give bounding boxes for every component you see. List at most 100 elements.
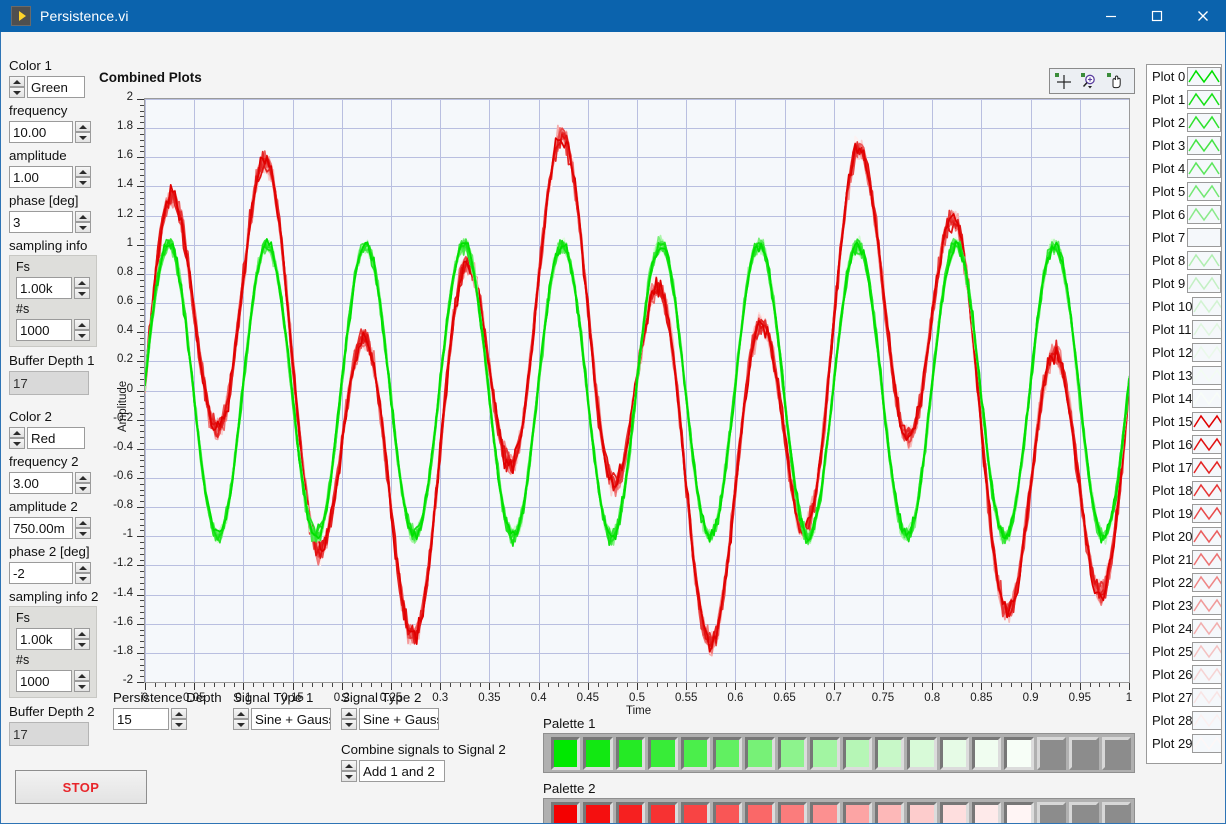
signal-type2-increment-icon[interactable]	[341, 708, 357, 719]
sampling1-fs-value[interactable]: 1.00k	[16, 277, 72, 299]
palette-swatch[interactable]	[583, 801, 613, 823]
frequency1-stepper[interactable]	[75, 121, 91, 143]
stop-button[interactable]: STOP	[15, 770, 147, 804]
phase1-control[interactable]: 3	[9, 211, 98, 233]
legend-plot-style-icon[interactable]	[1192, 619, 1221, 638]
legend-plot-style-icon[interactable]	[1192, 412, 1221, 431]
legend-plot-style-icon[interactable]	[1192, 527, 1221, 546]
legend-row[interactable]: Plot 21	[1147, 548, 1221, 571]
color1-control[interactable]: Green	[9, 76, 98, 98]
legend-row[interactable]: Plot 8	[1147, 249, 1221, 272]
amplitude2-increment-icon[interactable]	[75, 517, 91, 528]
frequency1-decrement-icon[interactable]	[75, 132, 91, 143]
palette-swatch[interactable]	[615, 736, 646, 770]
sampling2-fs-control[interactable]: 1.00k	[16, 628, 91, 650]
palette-swatch[interactable]	[810, 801, 840, 823]
color2-increment-icon[interactable]	[9, 427, 25, 438]
legend-row[interactable]: Plot 6	[1147, 203, 1221, 226]
legend-row[interactable]: Plot 15	[1147, 410, 1221, 433]
sampling2-ns-value[interactable]: 1000	[16, 670, 72, 692]
combine-signals-decrement-icon[interactable]	[341, 771, 357, 782]
palette-swatch[interactable]	[1004, 801, 1034, 823]
sampling2-fs-increment-icon[interactable]	[74, 628, 90, 639]
phase2-decrement-icon[interactable]	[75, 573, 91, 584]
amplitude1-increment-icon[interactable]	[75, 166, 91, 177]
sampling2-fs-decrement-icon[interactable]	[74, 639, 90, 650]
legend-plot-style-icon[interactable]	[1192, 297, 1221, 316]
legend-plot-style-icon[interactable]	[1187, 228, 1221, 247]
legend-plot-style-icon[interactable]	[1191, 320, 1221, 339]
signal-type1-stepper[interactable]	[233, 708, 249, 730]
phase2-increment-icon[interactable]	[75, 562, 91, 573]
color2-control[interactable]: Red	[9, 427, 98, 449]
legend-plot-style-icon[interactable]	[1192, 366, 1221, 385]
color2-decrement-icon[interactable]	[9, 438, 25, 449]
palette-swatch[interactable]	[745, 736, 775, 770]
sampling1-fs-decrement-icon[interactable]	[74, 288, 90, 299]
legend-row[interactable]: Plot 14	[1147, 387, 1221, 410]
sampling2-ns-increment-icon[interactable]	[74, 670, 90, 681]
legend-plot-style-icon[interactable]	[1192, 596, 1221, 615]
legend-plot-style-icon[interactable]	[1192, 458, 1221, 477]
frequency2-stepper[interactable]	[75, 472, 91, 494]
color1-decrement-icon[interactable]	[9, 87, 25, 98]
legend-row[interactable]: Plot 17	[1147, 456, 1221, 479]
sampling1-ns-stepper[interactable]	[74, 319, 90, 341]
signal-type1-increment-icon[interactable]	[233, 708, 249, 719]
legend-row[interactable]: Plot 24	[1147, 617, 1221, 640]
phase1-stepper[interactable]	[75, 211, 91, 233]
cursor-crosshair-icon[interactable]	[1050, 70, 1076, 92]
sampling2-ns-control[interactable]: 1000	[16, 670, 91, 692]
legend-row[interactable]: Plot 9	[1147, 272, 1221, 295]
color1-stepper[interactable]	[9, 76, 25, 98]
pan-hand-icon[interactable]	[1102, 70, 1128, 92]
palette-swatch-empty[interactable]	[1101, 736, 1132, 770]
palette-swatch[interactable]	[712, 736, 743, 770]
signal-type2-stepper[interactable]	[341, 708, 357, 730]
sampling1-fs-control[interactable]: 1.00k	[16, 277, 91, 299]
legend-row[interactable]: Plot 19	[1147, 502, 1221, 525]
legend-row[interactable]: Plot 18	[1147, 479, 1221, 502]
frequency2-decrement-icon[interactable]	[75, 483, 91, 494]
sampling2-fs-stepper[interactable]	[74, 628, 90, 650]
legend-plot-style-icon[interactable]	[1192, 550, 1221, 569]
palette-swatch[interactable]	[551, 736, 581, 770]
legend-plot-style-icon[interactable]	[1187, 90, 1221, 109]
legend-plot-style-icon[interactable]	[1192, 481, 1221, 500]
minimize-icon[interactable]	[1088, 0, 1134, 32]
sampling2-fs-value[interactable]: 1.00k	[16, 628, 72, 650]
legend-row[interactable]: Plot 26	[1147, 663, 1221, 686]
palette-swatch[interactable]	[972, 736, 1002, 770]
legend-plot-style-icon[interactable]	[1187, 182, 1221, 201]
palette-swatch[interactable]	[1004, 736, 1034, 770]
legend-plot-style-icon[interactable]	[1187, 67, 1221, 86]
palette-swatch[interactable]	[615, 801, 646, 823]
zoom-magnifier-icon[interactable]	[1076, 70, 1102, 92]
phase2-value[interactable]: -2	[9, 562, 73, 584]
maximize-icon[interactable]	[1134, 0, 1180, 32]
frequency1-increment-icon[interactable]	[75, 121, 91, 132]
palette-swatch[interactable]	[680, 736, 710, 770]
amplitude1-value[interactable]: 1.00	[9, 166, 73, 188]
signal-type1-value[interactable]: Sine + Gauss	[251, 708, 331, 730]
palette-swatch[interactable]	[842, 801, 872, 823]
legend-row[interactable]: Plot 28	[1147, 709, 1221, 732]
signal-type1-decrement-icon[interactable]	[233, 719, 249, 730]
palette-swatch[interactable]	[712, 801, 743, 823]
amplitude2-decrement-icon[interactable]	[75, 528, 91, 539]
sampling2-ns-stepper[interactable]	[74, 670, 90, 692]
legend-plot-style-icon[interactable]	[1192, 711, 1221, 730]
sampling1-ns-control[interactable]: 1000	[16, 319, 91, 341]
palette-swatch[interactable]	[551, 801, 581, 823]
legend-plot-style-icon[interactable]	[1187, 136, 1221, 155]
amplitude2-value[interactable]: 750.00m	[9, 517, 73, 539]
color2-stepper[interactable]	[9, 427, 25, 449]
phase1-increment-icon[interactable]	[75, 211, 91, 222]
palette-swatch[interactable]	[874, 736, 905, 770]
legend-row[interactable]: Plot 10	[1147, 295, 1221, 318]
palette-swatch[interactable]	[939, 736, 970, 770]
sampling1-fs-increment-icon[interactable]	[74, 277, 90, 288]
legend-row[interactable]: Plot 29	[1147, 732, 1221, 755]
combine-signals-increment-icon[interactable]	[341, 760, 357, 771]
persistence-depth-increment-icon[interactable]	[171, 708, 187, 719]
